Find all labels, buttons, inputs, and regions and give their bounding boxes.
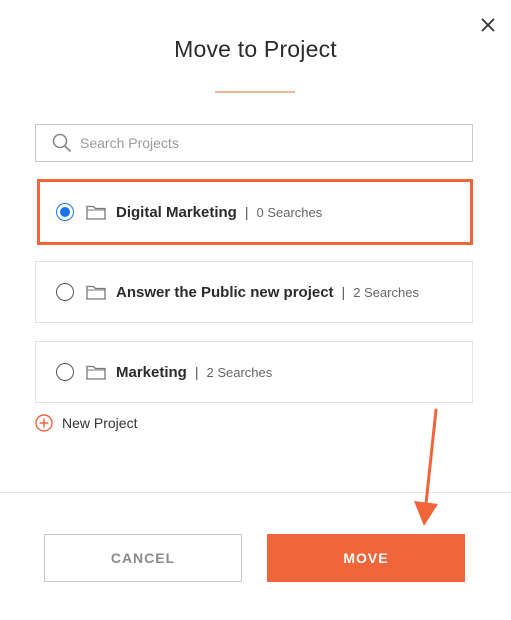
search-icon xyxy=(52,133,72,153)
search-box[interactable] xyxy=(35,124,473,162)
radio-button-selected[interactable] xyxy=(56,203,74,221)
radio-button[interactable] xyxy=(56,283,74,301)
folder-icon xyxy=(86,284,106,300)
separator: | xyxy=(194,364,199,380)
dialog-title: Move to Project xyxy=(174,36,337,62)
search-count: 0 Searches xyxy=(256,204,323,220)
move-button[interactable]: MOVE xyxy=(267,534,465,582)
project-item-answer-the-public[interactable]: Answer the Public new project | 2 Search… xyxy=(35,261,473,323)
folder-icon xyxy=(86,204,106,220)
project-item-marketing[interactable]: Marketing | 2 Searches xyxy=(35,341,473,403)
annotation-arrow-icon xyxy=(414,408,438,526)
search-input[interactable] xyxy=(80,135,440,151)
radio-button[interactable] xyxy=(56,363,74,381)
new-project-button[interactable]: New Project xyxy=(35,414,137,432)
new-project-label: New Project xyxy=(62,415,138,431)
project-name: Marketing xyxy=(116,363,187,381)
project-name: Answer the Public new project xyxy=(116,283,334,301)
search-count: 2 Searches xyxy=(353,284,419,300)
separator: | xyxy=(341,284,346,300)
separator: | xyxy=(244,204,249,220)
title-underline xyxy=(215,91,295,93)
folder-icon xyxy=(86,364,106,380)
project-item-digital-marketing[interactable]: Digital Marketing | 0 Searches xyxy=(37,179,473,245)
plus-circle-icon xyxy=(35,414,53,432)
close-icon xyxy=(481,18,495,32)
close-button[interactable] xyxy=(477,14,499,36)
project-name: Digital Marketing xyxy=(116,203,237,221)
cancel-button[interactable]: CANCEL xyxy=(44,534,242,582)
search-count: 2 Searches xyxy=(206,364,273,380)
